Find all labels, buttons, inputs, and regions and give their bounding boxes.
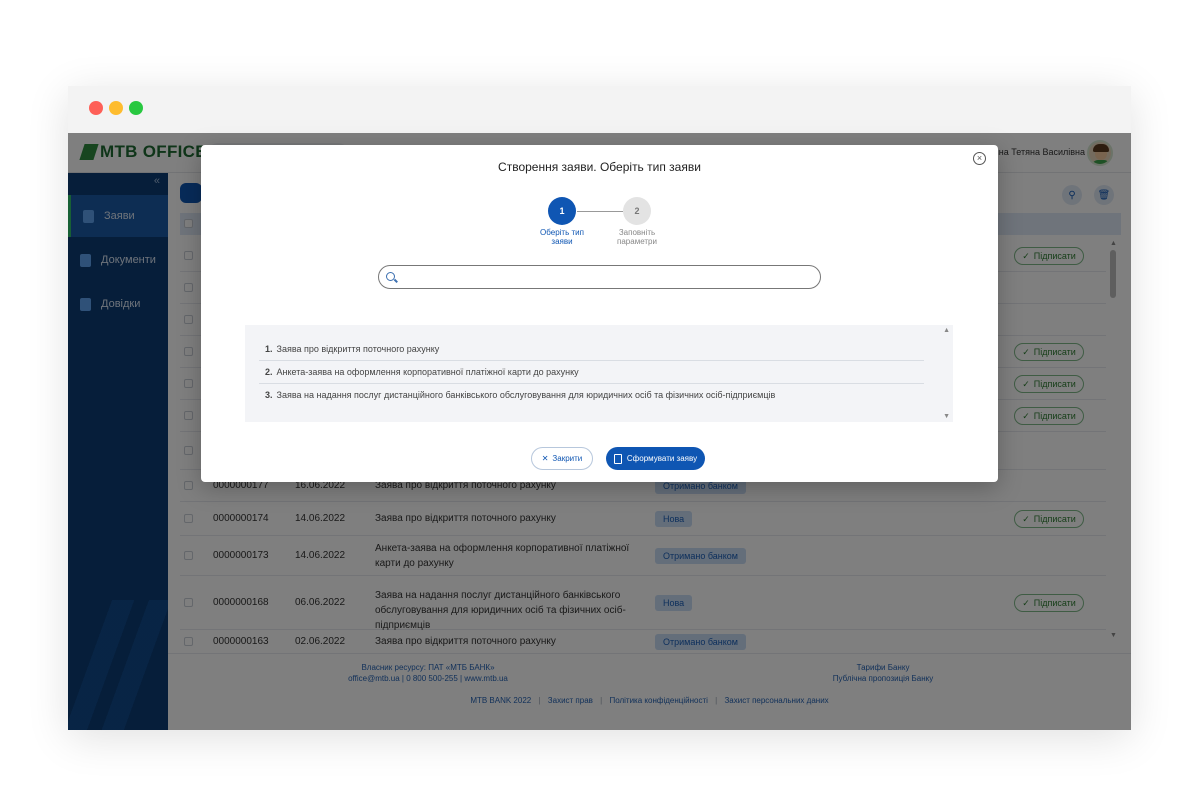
search-icon: [386, 272, 395, 281]
step-2-circle: 2: [623, 197, 651, 225]
option-number: 3.: [265, 390, 273, 400]
window-close-dot[interactable]: [89, 101, 103, 115]
application-type-option[interactable]: 3. Заява на надання послуг дистанційного …: [259, 384, 924, 407]
create-application-button[interactable]: Сформувати заяву: [606, 447, 705, 470]
browser-window: MTB OFFICE ішина Тетяна Василівна « Заяв…: [68, 86, 1131, 730]
step-1-label: Оберіть тип заяви: [522, 228, 602, 246]
application-type-option[interactable]: 1. Заява про відкриття поточного рахунку: [259, 338, 924, 361]
step-2-label-line1: Заповніть: [618, 228, 656, 237]
create-application-modal: Створення заяви. Оберіть тип заяви × 1 О…: [201, 145, 998, 482]
window-maximize-dot[interactable]: [129, 101, 143, 115]
search-field[interactable]: [378, 265, 821, 289]
close-icon[interactable]: ×: [973, 152, 986, 165]
step-1: 1 Оберіть тип заяви: [522, 197, 602, 246]
option-label: Заява на надання послуг дистанційного ба…: [276, 390, 776, 400]
step-1-label-line2: заяви: [551, 237, 573, 246]
document-add-icon: [613, 453, 622, 464]
step-2: 2 Заповніть параметри: [597, 197, 677, 246]
close-button-label: Закрити: [552, 454, 583, 463]
app-root: MTB OFFICE ішина Тетяна Василівна « Заяв…: [68, 133, 1131, 730]
step-2-label: Заповніть параметри: [597, 228, 677, 246]
step-1-circle: 1: [548, 197, 576, 225]
x-icon: ✕: [541, 454, 549, 463]
application-type-option[interactable]: 2. Анкета-заява на оформлення корпоративн…: [259, 361, 924, 384]
step-1-label-line1: Оберіть тип: [540, 228, 584, 237]
option-label: Анкета-заява на оформлення корпоративної…: [276, 367, 579, 377]
close-button[interactable]: ✕ Закрити: [531, 447, 593, 470]
option-label: Заява про відкриття поточного рахунку: [276, 344, 440, 354]
option-number: 2.: [265, 367, 273, 377]
list-scroll-up-icon[interactable]: ▲: [943, 327, 950, 334]
list-scroll-down-icon[interactable]: ▼: [943, 413, 950, 420]
application-type-list: ▲ 1. Заява про відкриття поточного рахунк…: [245, 325, 953, 422]
create-application-label: Сформувати заяву: [626, 454, 698, 463]
window-titlebar: [68, 86, 1131, 133]
option-number: 1.: [265, 344, 273, 354]
modal-title: Створення заяви. Оберіть тип заяви: [498, 160, 701, 174]
step-2-label-line2: параметри: [617, 237, 657, 246]
search-input[interactable]: [401, 269, 811, 285]
window-minimize-dot[interactable]: [109, 101, 123, 115]
